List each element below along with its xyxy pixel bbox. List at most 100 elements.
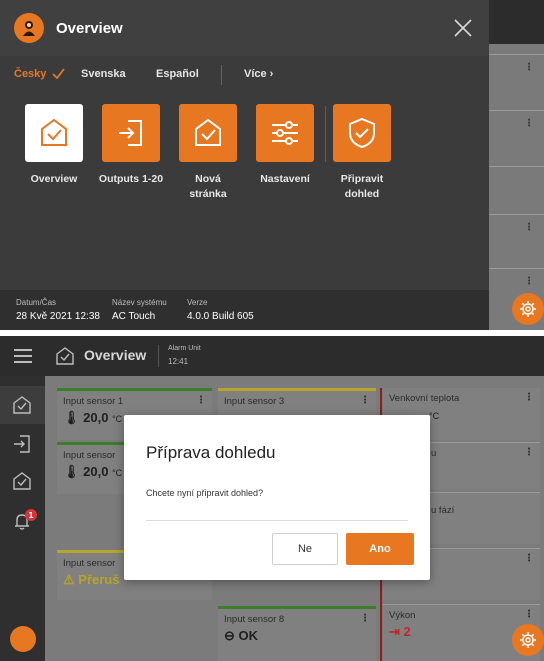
card-title: Input sensor 8 xyxy=(224,614,285,625)
more-icon[interactable]: ⋮ xyxy=(524,609,534,620)
divider xyxy=(325,106,326,162)
dialog-message: Chcete nyní připravit dohled? xyxy=(146,488,264,498)
unit: °C xyxy=(429,411,440,421)
tile-label-overview: Overview xyxy=(30,173,78,185)
card-value: ⚠ Přeruš xyxy=(63,572,120,587)
more-icon[interactable]: ⋮ xyxy=(524,553,534,564)
datetime-label: Datum/Čas xyxy=(16,298,57,307)
background-card: ⋮ xyxy=(489,110,544,168)
unit: °C xyxy=(112,414,123,424)
gear-icon xyxy=(520,632,536,648)
more-icon[interactable]: ⋮ xyxy=(360,613,370,624)
tile-overview[interactable] xyxy=(25,104,83,162)
output-icon xyxy=(119,120,142,146)
mascot-icon xyxy=(23,21,35,36)
more-icon: ⋮ xyxy=(524,222,534,233)
menu-footer: Datum/Čas 28 Kvě 2021 12:38 Název systém… xyxy=(0,290,489,330)
version-label: Verze xyxy=(187,298,208,307)
unit: °C xyxy=(112,468,123,478)
menu-title: Overview xyxy=(56,20,123,37)
tile-label-outputs: Outputs 1-20 xyxy=(98,173,164,185)
background-card: ⋮ xyxy=(489,54,544,112)
overview-icon xyxy=(41,118,67,146)
tile-label-prepare-monitoring: Připravit dohled xyxy=(340,173,384,200)
tile-prepare-monitoring[interactable] xyxy=(333,104,391,162)
background-card: ⋮ xyxy=(489,214,544,272)
language-option-spanish[interactable]: Español xyxy=(156,68,199,80)
divider xyxy=(221,65,222,85)
card-title: Input sensor xyxy=(63,558,116,569)
divider xyxy=(146,520,408,521)
datetime-value: 28 Kvě 2021 12:38 xyxy=(16,311,100,322)
more-icon: ⋮ xyxy=(524,62,534,73)
language-bar: Česky Svenska Español Více › xyxy=(0,58,489,90)
sidebar-overview-icon[interactable] xyxy=(12,395,32,415)
more-icon: ⋮ xyxy=(524,276,534,287)
confirm-dialog: Příprava dohledu Chcete nyní připravit d… xyxy=(124,415,430,580)
language-option-swedish[interactable]: Svenska xyxy=(81,68,126,80)
status-value: Přeruš xyxy=(78,572,120,587)
more-icon[interactable]: ⋮ xyxy=(360,395,370,406)
tile-new-page[interactable] xyxy=(179,104,237,162)
screen: ⋮ ⋮ ⋮ ⋮ Overview Česky Svenska Español V… xyxy=(0,0,544,661)
card-title: Input sensor 1 xyxy=(63,396,124,407)
divider xyxy=(158,345,159,367)
more-icon: ⋮ xyxy=(524,118,534,129)
sidebar: 1 xyxy=(0,376,45,661)
background-cards: ⋮ ⋮ ⋮ ⋮ xyxy=(489,44,544,330)
top-screenshot: ⋮ ⋮ ⋮ ⋮ Overview Česky Svenska Español V… xyxy=(0,0,544,330)
menu-header: Overview xyxy=(0,0,489,56)
brand-logo xyxy=(10,626,36,652)
version-value: 4.0.0 Build 605 xyxy=(187,311,254,322)
overview-icon xyxy=(56,347,74,365)
sliders-icon xyxy=(272,121,298,145)
cancel-button[interactable]: Ne xyxy=(272,533,338,565)
more-icon[interactable]: ⋮ xyxy=(196,395,206,406)
shield-check-icon xyxy=(349,117,375,149)
tile-label-new-page: Nová stránka xyxy=(189,173,227,200)
card-value: 🌡 20,0 °C xyxy=(63,464,123,479)
card-value: °C xyxy=(429,407,439,422)
card-value: ⊖ OK xyxy=(224,628,259,643)
settings-fab[interactable] xyxy=(512,293,544,325)
settings-fab[interactable] xyxy=(512,624,544,656)
alarm-unit-time: 12:41 xyxy=(168,357,189,366)
sensor-card[interactable]: Input sensor 8 ⋮ ⊖ OK xyxy=(218,606,376,661)
card-title: Input sensor 3 xyxy=(224,396,285,407)
language-option-czech[interactable]: Česky xyxy=(14,68,46,80)
background-header xyxy=(489,0,544,44)
notification-badge: 1 xyxy=(25,509,37,521)
tile-label-settings: Nastavení xyxy=(260,173,310,185)
card-title: u fází xyxy=(431,505,455,516)
temperature-value: 20,0 xyxy=(83,410,109,425)
navigation-menu: Overview Česky Svenska Español Více › Ov… xyxy=(0,0,489,330)
tile-outputs[interactable] xyxy=(102,104,160,162)
card-value: ⇥ 2 xyxy=(389,624,411,639)
checkmark-icon xyxy=(52,68,65,79)
gear-icon xyxy=(520,301,536,317)
system-name-label: Název systému xyxy=(112,298,167,307)
brand-logo xyxy=(14,13,44,43)
language-more-button[interactable]: Více › xyxy=(244,68,273,80)
power-value: 2 xyxy=(403,624,411,639)
app-header: Overview Alarm Unit 12:41 xyxy=(0,336,544,376)
status-value: OK xyxy=(238,628,259,643)
sidebar-outputs-icon[interactable] xyxy=(12,434,32,454)
system-name-value: AC Touch xyxy=(112,311,156,322)
confirm-button[interactable]: Ano xyxy=(346,533,414,565)
dialog-title: Příprava dohledu xyxy=(146,443,276,462)
temperature-value: 20,0 xyxy=(83,464,109,479)
card-value: 🌡 20,0 °C xyxy=(63,410,123,425)
card-title: Input sensor xyxy=(63,450,116,461)
close-icon[interactable] xyxy=(452,17,474,39)
more-icon[interactable]: ⋮ xyxy=(524,447,534,458)
page-title: Overview xyxy=(84,347,147,363)
more-icon[interactable]: ⋮ xyxy=(524,392,534,403)
new-page-icon xyxy=(195,118,221,146)
tile-settings[interactable] xyxy=(256,104,314,162)
sidebar-new-page-icon[interactable] xyxy=(12,471,32,491)
hamburger-menu-icon[interactable] xyxy=(14,348,32,364)
card-title: u xyxy=(431,448,437,459)
card-title: Venkovní teplota xyxy=(389,393,460,404)
card-title: Výkon xyxy=(389,610,416,621)
